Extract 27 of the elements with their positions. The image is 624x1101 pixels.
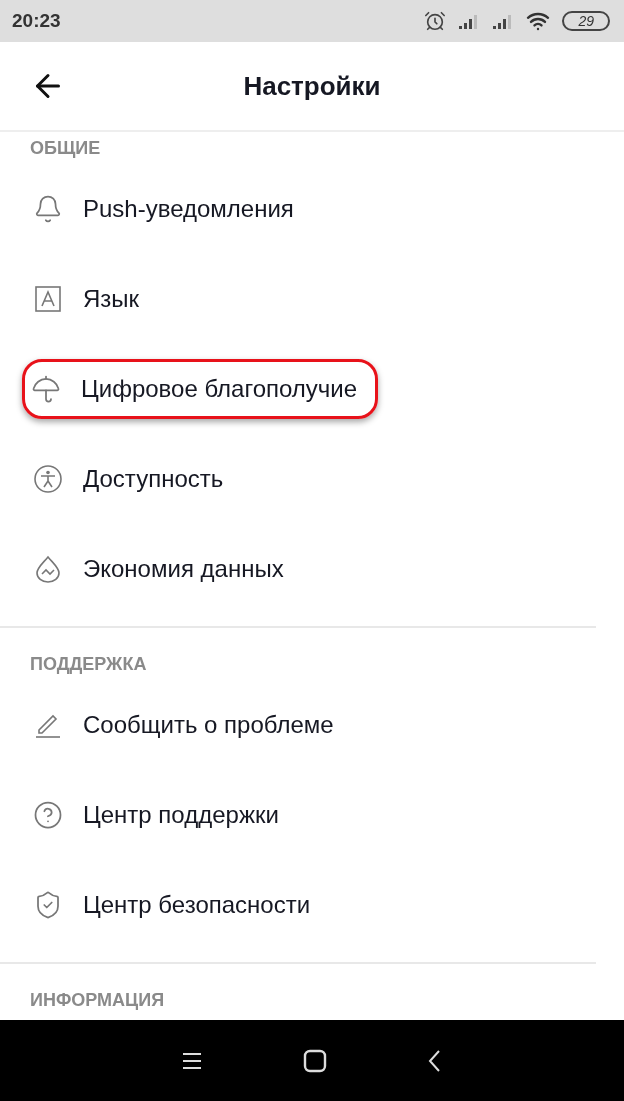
screen-title: Настройки [242,70,382,102]
settings-item[interactable]: Доступность [30,449,227,509]
settings-item[interactable]: Цифровое благополучие [22,359,379,419]
section-heading: ИНФОРМАЦИЯ [30,990,166,1012]
umbrella-icon [31,374,61,404]
settings-item[interactable]: Язык [30,269,143,329]
clock: 20:23 [12,10,61,32]
section-heading: ПОДДЕРЖКА [30,654,148,676]
battery-level: 29 [562,11,610,31]
settings-item[interactable]: Центр поддержки [30,785,282,845]
section-heading: ОБЩИЕ [30,138,102,160]
alarm-icon [424,10,447,32]
menu-button[interactable] [181,1050,203,1071]
letter-a-icon [33,284,63,314]
back-nav-button[interactable] [427,1048,443,1073]
home-button[interactable] [303,1048,327,1073]
back-chevron-icon [427,1048,443,1073]
help-icon [33,800,63,830]
home-square-icon [303,1048,327,1073]
settings-item[interactable]: Центр безопасности [30,875,314,935]
bell-icon [33,194,63,224]
menu-icon [181,1050,203,1071]
settings-item[interactable]: Экономия данных [30,539,287,599]
drop-icon [33,554,63,584]
settings-item[interactable]: Push-уведомления [30,179,297,239]
accessibility-icon [33,464,63,494]
settings-item[interactable]: Сообщить о проблеме [30,695,337,755]
